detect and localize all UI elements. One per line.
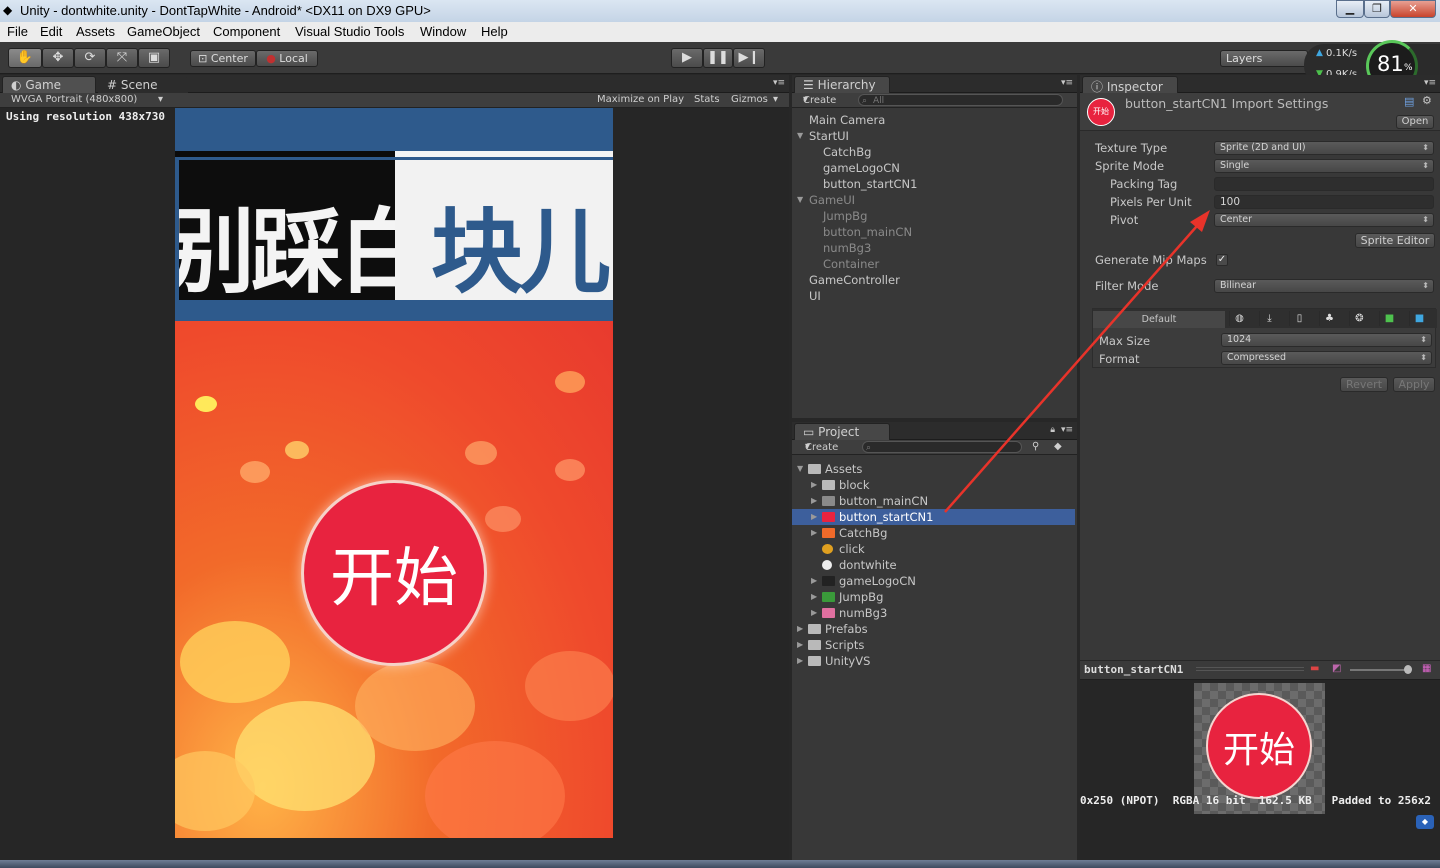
annotation-arrow [944,210,1210,513]
annotation-arrow-line [944,217,1205,513]
